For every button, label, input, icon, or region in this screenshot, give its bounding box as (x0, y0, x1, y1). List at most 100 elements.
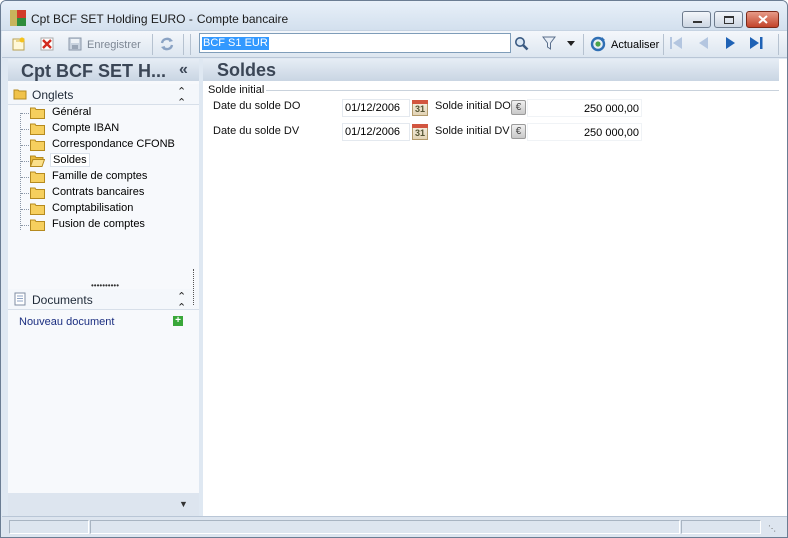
title-bar: Cpt BCF SET Holding EURO - Compte bancair… (1, 1, 787, 31)
folder-icon (13, 89, 27, 100)
window-title-main: Cpt BCF SET Holding EURO - (31, 12, 193, 26)
application-window: Cpt BCF SET Holding EURO - Compte bancair… (0, 0, 788, 538)
tab-label: Général (52, 106, 92, 118)
chevron-down-icon[interactable] (567, 41, 575, 46)
resize-grip-icon[interactable]: ⋱ (768, 524, 776, 533)
tab-label: Compte IBAN (52, 122, 120, 134)
amount-label-dv: Solde initial DV (435, 125, 510, 137)
amount-field-dv[interactable]: 250 000,00 (527, 123, 642, 141)
toolbar-separator (152, 34, 153, 55)
search-field[interactable]: BCF S1 EUR (199, 33, 511, 53)
navigation-footer: ▼ (8, 493, 199, 516)
folder-icon (30, 219, 45, 231)
previous-record-icon[interactable] (697, 36, 711, 50)
save-icon[interactable] (68, 37, 82, 51)
close-icon (758, 15, 768, 24)
tabs-section-header[interactable]: Onglets ⌃ ⌃ (8, 84, 199, 109)
minimize-button[interactable] (682, 11, 711, 28)
date-label-do: Date du solde DO (213, 100, 301, 112)
page-title: Soldes (217, 60, 277, 80)
maximize-icon (724, 16, 734, 24)
toolbar: Enregistrer BCF S1 EUR Actualiser (2, 31, 787, 58)
status-cell (681, 520, 761, 534)
status-cell (9, 520, 89, 534)
save-button-label[interactable]: Enregistrer (87, 39, 141, 51)
documents-section-header[interactable]: Documents ⌃ ⌃ (8, 289, 199, 314)
folder-icon (30, 171, 45, 183)
last-record-icon[interactable] (749, 36, 765, 50)
tab-label: Correspondance CFONB (52, 138, 175, 150)
collapse-panel-button[interactable]: « (179, 61, 188, 79)
folder-icon (30, 107, 45, 119)
status-bar: ⋱ (2, 516, 787, 537)
folder-icon (30, 187, 45, 199)
search-icon[interactable] (514, 36, 529, 51)
amount-label-do: Solde initial DO (435, 100, 511, 112)
main-content: Soldes Solde initial Date du solde DO 01… (203, 59, 787, 516)
calendar-day: 31 (414, 128, 425, 138)
first-record-icon[interactable] (669, 36, 683, 50)
navigation-panel: Cpt BCF SET H... « Onglets ⌃ ⌃ Général Co… (8, 59, 199, 516)
tree-connector (21, 193, 29, 194)
tree-connector (21, 161, 29, 162)
calendar-icon[interactable]: 31 (412, 100, 428, 116)
date-field-do[interactable]: 01/12/2006 (342, 99, 410, 117)
toolbar-separator (583, 34, 584, 55)
date-field-dv[interactable]: 01/12/2006 (342, 123, 410, 141)
tab-label: Fusion de comptes (52, 218, 145, 230)
documents-section-label: Documents (32, 293, 93, 307)
main-header: Soldes (203, 59, 779, 81)
amount-field-do[interactable]: 250 000,00 (527, 99, 642, 117)
document-icon (14, 292, 26, 306)
new-record-icon[interactable] (12, 37, 26, 51)
tab-label: Soldes (50, 153, 90, 167)
next-record-icon[interactable] (723, 36, 737, 50)
calendar-icon[interactable]: 31 (412, 124, 428, 140)
tree-connector (21, 225, 29, 226)
maximize-button[interactable] (714, 11, 743, 28)
window-title-sub: Compte bancaire (196, 12, 289, 26)
filter-icon[interactable] (542, 36, 556, 51)
folder-icon (30, 123, 45, 135)
minimize-icon (693, 21, 702, 23)
add-icon[interactable]: + (173, 316, 183, 326)
refresh-icon[interactable] (590, 36, 606, 52)
toolbar-separator (778, 34, 779, 55)
chevron-down-icon[interactable]: ▼ (179, 499, 188, 509)
toolbar-separator (183, 34, 184, 55)
group-divider (263, 90, 779, 91)
chevron-up-icon[interactable]: ⌃ ⌃ (177, 292, 186, 314)
close-button[interactable] (746, 11, 779, 28)
tabs-section-label: Onglets (32, 88, 74, 102)
tree-connector (21, 145, 29, 146)
open-folder-icon (30, 155, 45, 167)
tab-label: Comptabilisation (52, 202, 134, 214)
folder-icon (30, 203, 45, 215)
refresh-button-label[interactable]: Actualiser (611, 39, 659, 51)
toolbar-separator (663, 34, 664, 55)
window-title: Cpt BCF SET Holding EURO - Compte bancair… (31, 12, 288, 26)
tree-connector (21, 209, 29, 210)
folder-icon (30, 139, 45, 151)
group-title: Solde initial (208, 84, 267, 96)
tab-label: Contrats bancaires (52, 186, 145, 198)
currency-icon[interactable]: € (511, 100, 526, 115)
record-title: Cpt BCF SET H... (21, 61, 166, 81)
date-label-dv: Date du solde DV (213, 125, 300, 137)
tree-connector (21, 177, 29, 178)
calendar-day: 31 (414, 104, 425, 114)
tree-connector (20, 113, 21, 230)
sync-icon[interactable] (159, 36, 175, 52)
navigation-header: Cpt BCF SET H... « (8, 59, 199, 81)
app-icon (10, 10, 26, 26)
currency-icon[interactable]: € (511, 124, 526, 139)
search-value[interactable]: BCF S1 EUR (202, 37, 269, 50)
status-cell (90, 520, 680, 534)
tree-connector (21, 113, 29, 114)
chevron-up-icon[interactable]: ⌃ ⌃ (177, 87, 186, 109)
panel-resize-handle[interactable] (193, 269, 195, 305)
new-document-link[interactable]: Nouveau document (19, 316, 114, 328)
delete-icon[interactable] (40, 37, 54, 51)
tree-connector (21, 129, 29, 130)
tab-label: Famille de comptes (52, 170, 148, 182)
